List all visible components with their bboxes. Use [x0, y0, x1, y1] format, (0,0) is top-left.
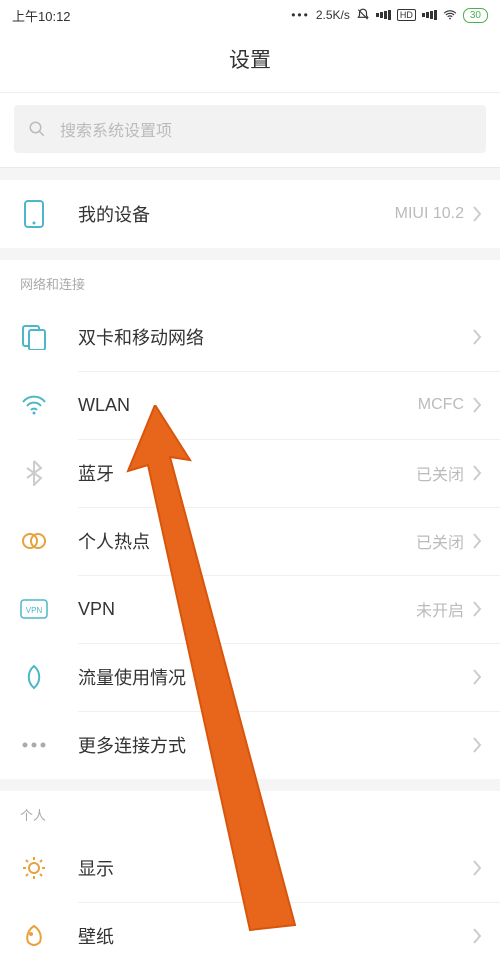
signal-icon [376, 10, 391, 20]
row-data-usage[interactable]: 流量使用情况 [0, 643, 500, 711]
search-input[interactable]: 搜索系统设置项 [14, 105, 486, 153]
status-indicators: ••• 2.5K/s HD 30 [291, 8, 488, 23]
row-value: MCFC [418, 396, 464, 414]
section-header-network: 网络和连接 [0, 260, 500, 303]
battery-indicator: 30 [463, 8, 488, 23]
search-container: 搜索系统设置项 [0, 93, 500, 168]
signal-icon-2 [422, 10, 437, 20]
chevron-right-icon [472, 600, 482, 618]
row-label: 我的设备 [78, 201, 395, 227]
phone-icon [20, 200, 48, 228]
bluetooth-icon [20, 459, 48, 487]
chevron-right-icon [472, 736, 482, 754]
row-hotspot[interactable]: 个人热点 已关闭 [0, 507, 500, 575]
row-sim[interactable]: 双卡和移动网络 [0, 303, 500, 371]
section-network: 网络和连接 双卡和移动网络 WLAN MCFC 蓝牙 已关闭 个人热点 已关闭 … [0, 260, 500, 779]
row-label: 壁纸 [78, 923, 472, 949]
row-vpn[interactable]: VPN VPN 未开启 [0, 575, 500, 643]
data-usage-icon [20, 663, 48, 691]
row-label: VPN [78, 599, 416, 620]
wifi-icon [20, 391, 48, 419]
wallpaper-icon [20, 922, 48, 950]
chevron-right-icon [472, 532, 482, 550]
section-device: 我的设备 MIUI 10.2 [0, 180, 500, 248]
search-placeholder: 搜索系统设置项 [60, 117, 172, 141]
sim-icon [20, 323, 48, 351]
row-label: 个人热点 [78, 528, 416, 554]
row-label: 显示 [78, 855, 472, 881]
row-value: MIUI 10.2 [395, 205, 464, 223]
more-dots-icon: ••• [291, 8, 310, 22]
status-time: 上午10:12 [12, 6, 71, 25]
section-personal: 个人 显示 壁纸 [0, 791, 500, 970]
row-value: 已关闭 [416, 529, 464, 553]
row-display[interactable]: 显示 [0, 834, 500, 902]
chevron-right-icon [472, 927, 482, 945]
page-title-bar: 设置 [0, 30, 500, 93]
chevron-right-icon [472, 205, 482, 223]
row-wlan[interactable]: WLAN MCFC [0, 371, 500, 439]
page-title: 设置 [0, 44, 500, 74]
more-icon [20, 731, 48, 759]
row-label: WLAN [78, 395, 418, 416]
section-header-personal: 个人 [0, 791, 500, 834]
row-label: 蓝牙 [78, 460, 416, 486]
row-label: 更多连接方式 [78, 732, 472, 758]
row-label: 双卡和移动网络 [78, 324, 472, 350]
network-speed: 2.5K/s [316, 8, 350, 22]
chevron-right-icon [472, 464, 482, 482]
mute-icon [356, 8, 370, 22]
vpn-icon: VPN [20, 595, 48, 623]
row-value: 已关闭 [416, 461, 464, 485]
search-icon [28, 120, 46, 138]
row-bluetooth[interactable]: 蓝牙 已关闭 [0, 439, 500, 507]
row-label: 流量使用情况 [78, 664, 472, 690]
chevron-right-icon [472, 668, 482, 686]
chevron-right-icon [472, 396, 482, 414]
row-my-device[interactable]: 我的设备 MIUI 10.2 [0, 180, 500, 248]
status-bar: 上午10:12 ••• 2.5K/s HD 30 [0, 0, 500, 30]
hotspot-icon [20, 527, 48, 555]
row-more-connections[interactable]: 更多连接方式 [0, 711, 500, 779]
chevron-right-icon [472, 859, 482, 877]
chevron-right-icon [472, 328, 482, 346]
row-value: 未开启 [416, 597, 464, 621]
hd-indicator: HD [397, 9, 416, 21]
display-icon [20, 854, 48, 882]
row-wallpaper[interactable]: 壁纸 [0, 902, 500, 970]
wifi-icon [443, 8, 457, 22]
svg-text:VPN: VPN [26, 606, 43, 615]
